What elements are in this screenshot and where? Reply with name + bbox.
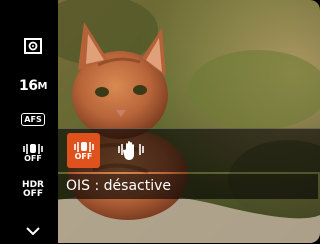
hand-stabilizer-icon	[117, 140, 144, 160]
hdr-indicator[interactable]: HDR OFF	[8, 177, 58, 203]
af-mode-icon[interactable]: AFS	[8, 106, 58, 132]
settings-sidebar: 16 M AFS OFF HDR OFF	[8, 0, 58, 243]
ois-off-label: OFF	[24, 154, 42, 163]
af-mode-label: AFS	[21, 112, 45, 126]
ois-off-option[interactable]: OFF	[67, 133, 100, 168]
hdr-status: OFF	[23, 189, 43, 199]
ois-off-icon[interactable]: OFF	[8, 140, 58, 166]
hand-shake-icon	[73, 141, 94, 152]
ois-off-option-label: OFF	[74, 151, 93, 161]
ois-status-text: OIS : désactive	[58, 174, 318, 199]
ois-on-option[interactable]	[114, 133, 147, 168]
metering-icon[interactable]	[8, 33, 58, 59]
ois-submenu: OFF	[58, 128, 320, 172]
image-size-value: 16	[19, 78, 38, 94]
viewfinder-photo	[58, 0, 320, 243]
camera-screen: 16 M AFS OFF HDR OFF OFF OIS: désactive	[0, 0, 320, 243]
image-size-indicator[interactable]: 16 M	[8, 73, 58, 99]
image-size-unit: M	[37, 80, 48, 92]
chevron-down-icon[interactable]	[8, 218, 58, 244]
